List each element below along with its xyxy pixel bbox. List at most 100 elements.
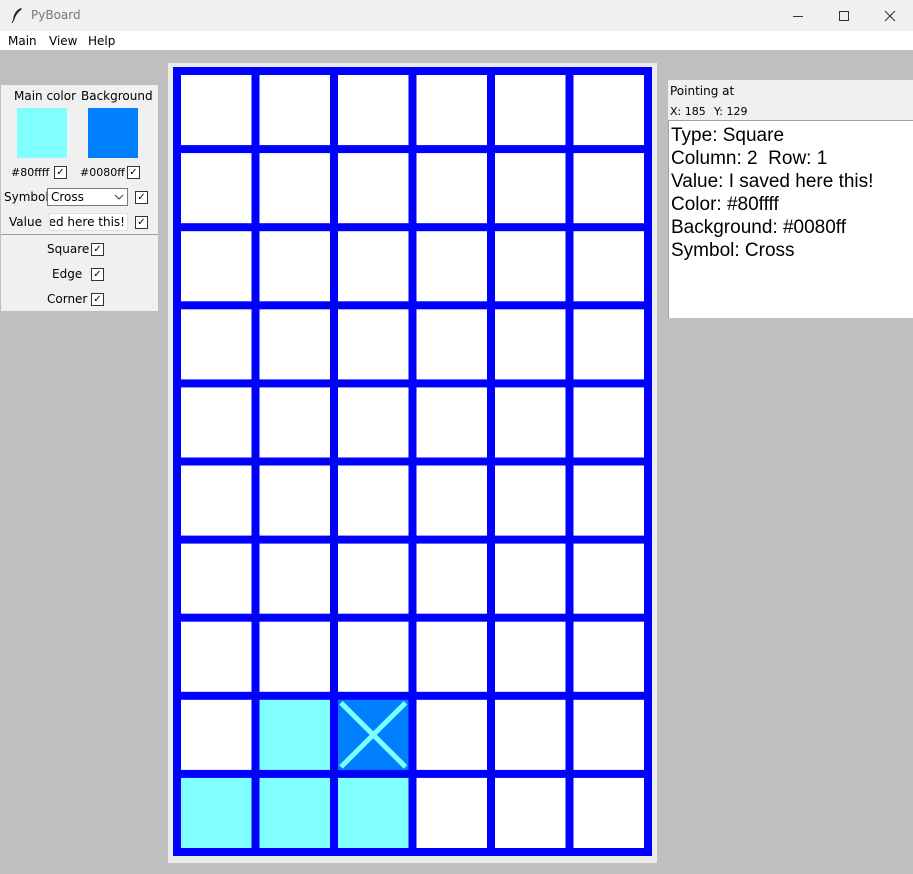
value-label: Value xyxy=(9,215,42,229)
board-cell[interactable] xyxy=(573,231,645,302)
close-button[interactable] xyxy=(867,0,913,31)
main-color-checkbox[interactable]: ✓ xyxy=(54,166,67,179)
corner-checkbox[interactable]: ✓ xyxy=(91,293,104,306)
board-cell[interactable] xyxy=(259,699,331,770)
board-cell[interactable] xyxy=(416,465,488,536)
board-cell[interactable] xyxy=(338,543,409,614)
background-checkbox[interactable]: ✓ xyxy=(127,166,140,179)
board-cell[interactable] xyxy=(573,621,645,692)
board-cell[interactable] xyxy=(573,465,645,536)
board-grid[interactable] xyxy=(173,67,652,856)
board-cell[interactable] xyxy=(338,153,409,224)
edge-checkbox[interactable]: ✓ xyxy=(91,268,104,281)
board-cell[interactable] xyxy=(181,465,252,536)
board-cell[interactable] xyxy=(181,153,252,224)
board-cell[interactable] xyxy=(259,543,331,614)
corner-label: Corner xyxy=(47,292,88,306)
window-title: PyBoard xyxy=(31,8,81,22)
pointer-y-readout: Y: 129 xyxy=(714,105,748,118)
board-cell[interactable] xyxy=(338,465,409,536)
menu-main[interactable]: Main xyxy=(8,34,37,48)
board-cell[interactable] xyxy=(338,75,409,146)
board-cell[interactable] xyxy=(495,75,566,146)
maximize-icon xyxy=(839,10,849,21)
main-color-swatch[interactable] xyxy=(17,108,67,158)
chevron-down-icon xyxy=(114,194,124,200)
board-cell[interactable] xyxy=(573,387,645,458)
square-checkbox[interactable]: ✓ xyxy=(91,243,104,256)
board-cell[interactable] xyxy=(181,309,252,380)
board-cell[interactable] xyxy=(573,153,645,224)
board-cell[interactable] xyxy=(495,153,566,224)
info-type: Type: Square xyxy=(671,125,785,146)
menu-view[interactable]: View xyxy=(49,34,77,48)
board-cell[interactable] xyxy=(573,699,645,770)
symbol-select-value: Cross xyxy=(51,190,84,204)
board-cell[interactable] xyxy=(181,387,252,458)
board-cell[interactable] xyxy=(573,543,645,614)
maximize-button[interactable] xyxy=(821,0,867,31)
board-cell[interactable] xyxy=(416,699,488,770)
symbol-select[interactable]: Cross xyxy=(47,188,128,206)
board-cell[interactable] xyxy=(495,387,566,458)
board-cell[interactable] xyxy=(181,699,252,770)
info-details-box: Type: Square Column: 2 Row: 1 Value: I s… xyxy=(668,120,913,318)
board-cell[interactable] xyxy=(259,153,331,224)
board-cell[interactable] xyxy=(495,699,566,770)
value-input[interactable]: ved here this! xyxy=(49,213,128,231)
board-cell[interactable] xyxy=(259,621,331,692)
board-cell[interactable] xyxy=(181,621,252,692)
board-cell[interactable] xyxy=(495,309,566,380)
square-label: Square xyxy=(47,242,90,256)
value-checkbox[interactable]: ✓ xyxy=(135,216,148,229)
board-cell[interactable] xyxy=(416,621,488,692)
board-cell[interactable] xyxy=(338,777,409,848)
board-cell[interactable] xyxy=(181,75,252,146)
board-cell[interactable] xyxy=(259,465,331,536)
window-titlebar: PyBoard xyxy=(0,0,913,32)
board-cell[interactable] xyxy=(495,465,566,536)
board-cell[interactable] xyxy=(416,387,488,458)
board-cell[interactable] xyxy=(416,231,488,302)
menu-bar: Main View Help xyxy=(0,31,913,50)
board-cell[interactable] xyxy=(259,309,331,380)
board-cell[interactable] xyxy=(495,543,566,614)
board-cell[interactable] xyxy=(259,387,331,458)
board-cell[interactable] xyxy=(338,621,409,692)
board-cell[interactable] xyxy=(416,153,488,224)
board-cell[interactable] xyxy=(495,621,566,692)
board-cell[interactable] xyxy=(259,75,331,146)
board-cell[interactable] xyxy=(338,309,409,380)
background-hex: #0080ff xyxy=(80,166,125,179)
background-label: Background xyxy=(81,89,153,103)
board-cell[interactable] xyxy=(338,387,409,458)
board-cell[interactable] xyxy=(259,231,331,302)
board-cell[interactable] xyxy=(416,777,488,848)
info-panel: Pointing at X: 185 Y: 129 Type: Square C… xyxy=(668,80,913,318)
pointer-x-readout: X: 185 xyxy=(670,105,706,118)
board-cell[interactable] xyxy=(181,777,252,848)
minimize-button[interactable] xyxy=(775,0,821,31)
symbol-checkbox[interactable]: ✓ xyxy=(135,191,148,204)
board-cell[interactable] xyxy=(573,309,645,380)
info-position: Column: 2 Row: 1 xyxy=(671,148,828,169)
info-symbol: Symbol: Cross xyxy=(671,240,795,261)
menu-help[interactable]: Help xyxy=(88,34,115,48)
feather-icon xyxy=(11,8,22,23)
board-cell[interactable] xyxy=(573,75,645,146)
info-color: Color: #80ffff xyxy=(671,194,779,215)
board-cell[interactable] xyxy=(573,777,645,848)
value-input-text: ved here this! xyxy=(49,215,125,229)
board-cell[interactable] xyxy=(259,777,331,848)
board-cell[interactable] xyxy=(495,777,566,848)
board-cell[interactable] xyxy=(416,543,488,614)
background-color-swatch[interactable] xyxy=(88,108,138,158)
board-cell[interactable] xyxy=(181,231,252,302)
board-cell[interactable] xyxy=(338,231,409,302)
board-cell[interactable] xyxy=(416,309,488,380)
board-cell[interactable] xyxy=(495,231,566,302)
board-cell[interactable] xyxy=(181,543,252,614)
board-cell[interactable] xyxy=(416,75,488,146)
minimize-icon xyxy=(793,15,803,17)
close-icon xyxy=(884,10,896,21)
